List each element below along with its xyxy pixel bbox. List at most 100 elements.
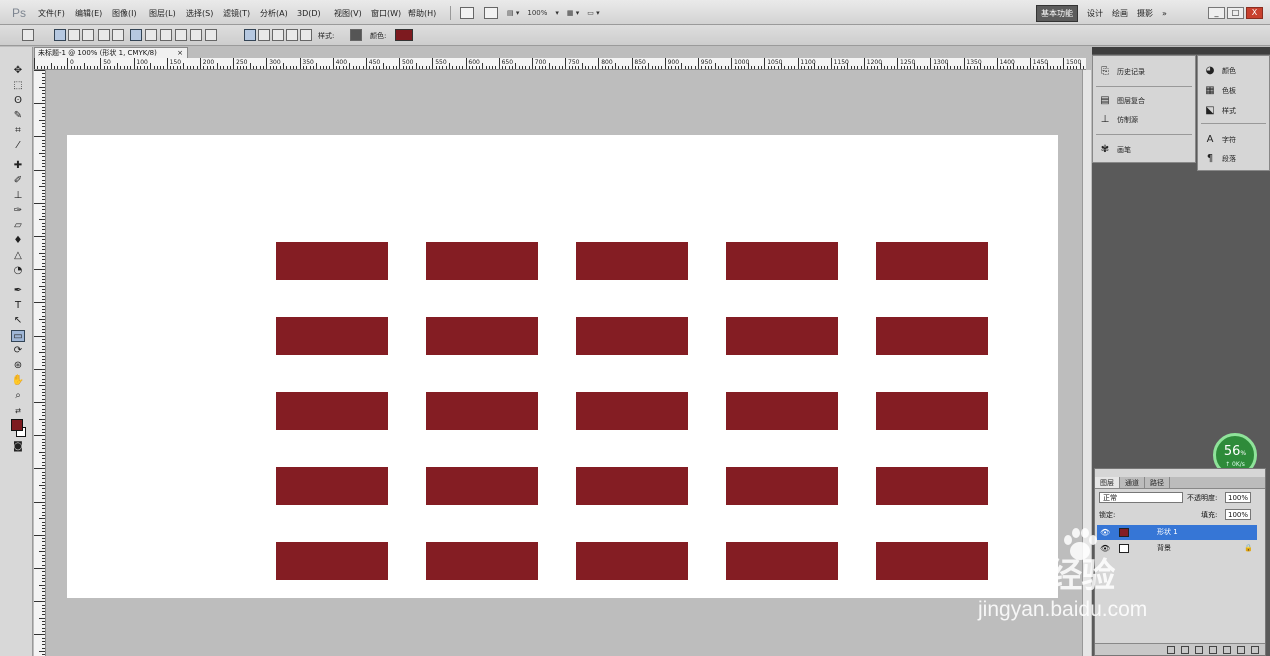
type-tool-icon[interactable]: T xyxy=(11,300,25,312)
rounded-rectangle-button[interactable] xyxy=(145,29,157,41)
rectangle-shape[interactable] xyxy=(426,467,538,505)
freeform-pen-button[interactable] xyxy=(112,29,124,41)
menu-item[interactable]: 文件(F) xyxy=(38,8,75,20)
fill-pixels-mode-button[interactable] xyxy=(82,29,94,41)
minimize-button[interactable]: _ xyxy=(1208,7,1225,19)
workspace-essentials-button[interactable]: 基本功能 xyxy=(1036,5,1078,22)
rectangle-shape[interactable] xyxy=(876,392,988,430)
character-panel-button[interactable]: A 字符 xyxy=(1204,134,1236,145)
link-layers-icon[interactable] xyxy=(1167,646,1175,654)
layer-row[interactable]: 👁 形状 1 xyxy=(1097,525,1257,540)
zoom-tool-icon[interactable]: ⌕ xyxy=(11,390,25,402)
rectangle-shape[interactable] xyxy=(426,242,538,280)
3d-orbit-tool-icon[interactable]: ⊛ xyxy=(11,360,25,372)
rectangle-shape[interactable] xyxy=(276,242,388,280)
exclude-overlapping-button[interactable] xyxy=(300,29,312,41)
move-tool-icon[interactable]: ✥ xyxy=(11,65,25,77)
pen-tool-button[interactable] xyxy=(98,29,110,41)
layer-mask-icon[interactable] xyxy=(1195,646,1203,654)
rectangle-shape[interactable] xyxy=(426,542,538,580)
pen-tool-icon[interactable]: ✒ xyxy=(11,285,25,297)
maximize-button[interactable]: □ xyxy=(1227,7,1244,19)
rectangle-shape[interactable] xyxy=(726,317,838,355)
menu-item[interactable]: 帮助(H) xyxy=(408,8,445,20)
adjustment-layer-icon[interactable] xyxy=(1209,646,1217,654)
document-tab-close-icon[interactable]: × xyxy=(177,48,183,58)
menu-item[interactable]: 图像(I) xyxy=(112,8,149,20)
rectangle-shape[interactable] xyxy=(876,467,988,505)
mini-bridge-button[interactable] xyxy=(484,7,498,19)
tab-paths[interactable]: 路径 xyxy=(1145,477,1170,488)
delete-layer-icon[interactable] xyxy=(1251,646,1259,654)
rectangle-shape[interactable] xyxy=(276,542,388,580)
add-to-shape-area-button[interactable] xyxy=(258,29,270,41)
paragraph-panel-button[interactable]: ¶ 段落 xyxy=(1204,153,1236,164)
polygon-button[interactable] xyxy=(175,29,187,41)
lasso-tool-icon[interactable]: ʘ xyxy=(11,95,25,107)
3d-rotate-tool-icon[interactable]: ⟳ xyxy=(11,345,25,357)
zoom-dropdown-icon[interactable]: ▾ xyxy=(555,9,559,17)
rectangle-shape[interactable] xyxy=(576,542,688,580)
rectangle-shape[interactable] xyxy=(726,542,838,580)
rectangle-shape[interactable] xyxy=(876,242,988,280)
shape-layers-mode-button[interactable] xyxy=(54,29,66,41)
healing-brush-tool-icon[interactable]: ✚ xyxy=(11,160,25,172)
styles-panel-button[interactable]: ⬕ 样式 xyxy=(1204,105,1236,116)
line-button[interactable] xyxy=(190,29,202,41)
document-tab[interactable]: 未标题-1 @ 100% (形状 1, CMYK/8) × xyxy=(34,47,188,58)
create-new-shape-layer-button[interactable] xyxy=(244,29,256,41)
style-picker[interactable] xyxy=(350,29,362,41)
rectangle-shape-button[interactable] xyxy=(130,29,142,41)
crop-tool-icon[interactable]: ⌗ xyxy=(11,125,25,137)
zoom-level[interactable]: 100% xyxy=(527,9,547,17)
arrange-documents-dropdown[interactable]: ▦ ▾ xyxy=(567,9,579,17)
new-layer-icon[interactable] xyxy=(1237,646,1245,654)
document-canvas[interactable] xyxy=(67,135,1058,598)
menu-item[interactable]: 视图(V) xyxy=(334,8,371,20)
rectangle-shape[interactable] xyxy=(276,317,388,355)
menu-item[interactable]: 编辑(E) xyxy=(75,8,112,20)
history-panel-button[interactable]: ⎘ 历史记录 xyxy=(1099,66,1145,77)
marquee-tool-icon[interactable]: ⬚ xyxy=(11,80,25,92)
history-brush-tool-icon[interactable]: ✑ xyxy=(11,205,25,217)
layer-comps-panel-button[interactable]: ▤ 图层复合 xyxy=(1099,95,1145,106)
clone-source-panel-button[interactable]: ⊥ 仿制源 xyxy=(1099,114,1138,125)
screen-mode-dropdown[interactable]: ▭ ▾ xyxy=(587,9,599,17)
brush-tool-icon[interactable]: ✐ xyxy=(11,175,25,187)
rectangle-shape[interactable] xyxy=(726,242,838,280)
new-group-icon[interactable] xyxy=(1223,646,1231,654)
menu-item[interactable]: 分析(A) xyxy=(260,8,297,20)
menu-item[interactable]: 3D(D) xyxy=(297,8,334,20)
path-selection-tool-icon[interactable]: ↖ xyxy=(11,315,25,327)
rectangle-shape[interactable] xyxy=(576,317,688,355)
layer-style-icon[interactable] xyxy=(1181,646,1189,654)
menu-item[interactable]: 图层(L) xyxy=(149,8,186,20)
eraser-tool-icon[interactable]: ▱ xyxy=(11,220,25,232)
custom-shape-button[interactable] xyxy=(205,29,217,41)
opacity-input[interactable]: 100% xyxy=(1225,492,1251,503)
shape-color-swatch[interactable] xyxy=(395,29,413,41)
menu-item[interactable]: 滤镜(T) xyxy=(223,8,260,20)
eyedropper-tool-icon[interactable]: ⁄ xyxy=(11,140,25,152)
visibility-eye-icon[interactable]: 👁 xyxy=(1100,525,1110,540)
clone-stamp-tool-icon[interactable]: ⊥ xyxy=(11,190,25,202)
workspace-more-button[interactable]: » xyxy=(1162,9,1167,18)
tab-channels[interactable]: 通道 xyxy=(1120,477,1145,488)
menu-item[interactable]: 窗口(W) xyxy=(371,8,408,20)
rectangle-shape[interactable] xyxy=(426,392,538,430)
brush-panel-button[interactable]: ✾ 画笔 xyxy=(1099,144,1131,155)
view-extras-dropdown[interactable]: ▤ ▾ xyxy=(507,9,519,17)
vertical-scrollbar[interactable] xyxy=(1082,70,1091,656)
dodge-tool-icon[interactable]: ◔ xyxy=(11,265,25,277)
rectangle-shape[interactable] xyxy=(426,317,538,355)
layer-row[interactable]: 👁 背景 🔒 xyxy=(1097,541,1257,556)
rectangle-shape[interactable] xyxy=(276,392,388,430)
tab-layers[interactable]: 图层 xyxy=(1095,477,1120,488)
rectangle-shape[interactable] xyxy=(276,467,388,505)
swap-colors-icon[interactable]: ⇄ xyxy=(11,405,25,417)
intersect-shape-areas-button[interactable] xyxy=(286,29,298,41)
paint-bucket-tool-icon[interactable]: ♦ xyxy=(11,235,25,247)
color-panel-button[interactable]: ◕ 颜色 xyxy=(1204,65,1236,76)
fill-input[interactable]: 100% xyxy=(1225,509,1251,520)
quick-mask-icon[interactable]: ◙ xyxy=(11,441,25,453)
